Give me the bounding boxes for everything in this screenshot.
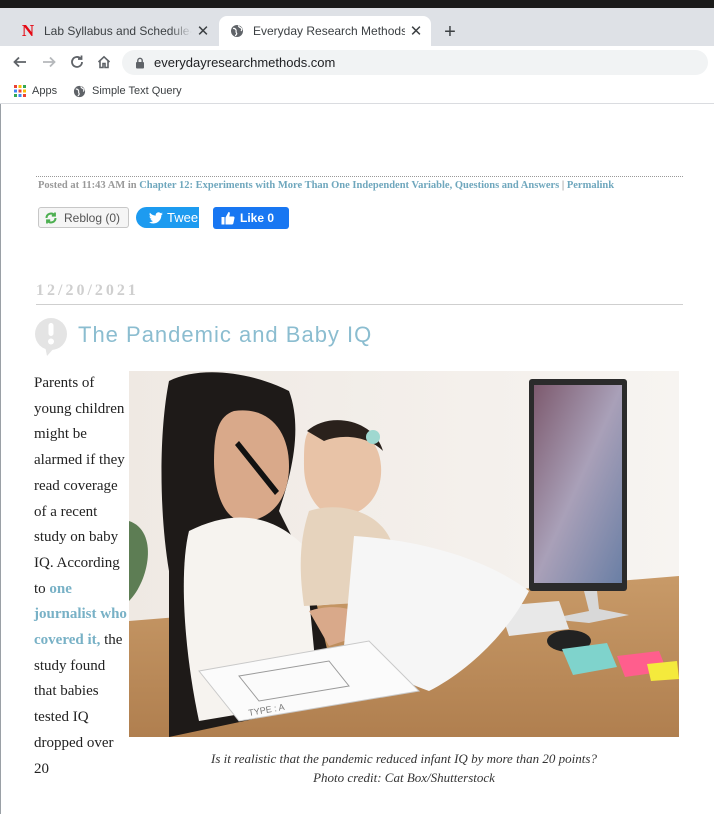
reload-button[interactable] (65, 50, 89, 74)
window-top-strip (0, 0, 714, 8)
back-button[interactable] (8, 50, 32, 74)
tweet-label: Twee (167, 210, 199, 225)
close-tab-icon[interactable]: ✕ (405, 22, 427, 40)
dotted-divider (36, 176, 683, 177)
thumbs-up-icon (221, 211, 235, 225)
posted-at-text: Posted at 11:43 AM in (38, 180, 140, 191)
navigation-bar: everydayresearchmethods.com (0, 46, 714, 78)
post-body-text: Parents of young children might be alarm… (34, 371, 130, 782)
bookmark-simple-text-query[interactable]: Simple Text Query (73, 82, 182, 100)
forward-arrow-icon (43, 56, 56, 68)
tab-everyday-research-methods[interactable]: Everyday Research Methods ✕ (219, 16, 431, 46)
close-tab-icon[interactable]: ✕ (192, 22, 214, 40)
permalink-link[interactable]: Permalink (567, 180, 614, 191)
category-link[interactable]: Chapter 12: Experiments with More Than O… (139, 180, 559, 191)
globe-icon (227, 24, 247, 38)
post-footer-meta: Posted at 11:43 AM in Chapter 12: Experi… (38, 180, 678, 192)
address-bar[interactable]: everydayresearchmethods.com (122, 50, 708, 75)
reblog-label: Reblog (0) (64, 210, 121, 225)
body-text-continued: the study found that babies tested IQ dr… (34, 632, 123, 777)
tab-title: Lab Syllabus and Schedule-2: RSM (44, 24, 192, 38)
reblog-arrows-icon (44, 211, 58, 225)
body-text-lead: Parents of young children might be alarm… (34, 375, 125, 597)
meta-separator: | (559, 180, 567, 191)
netflix-n-icon: N (21, 21, 35, 40)
bookmark-label: Simple Text Query (92, 85, 182, 97)
like-label: Like 0 (240, 211, 275, 225)
post-title: The Pandemic and Baby IQ (78, 322, 373, 347)
caption-line-1: Is it realistic that the pandemic reduce… (211, 751, 597, 766)
photo-caption: Is it realistic that the pandemic reduce… (129, 749, 679, 787)
tweet-button[interactable]: Twee (136, 207, 199, 228)
tab-title: Everyday Research Methods (253, 24, 405, 38)
apps-grid-icon (14, 85, 26, 97)
caption-line-2: Photo credit: Cat Box/Shutterstock (313, 770, 495, 785)
forward-button[interactable] (37, 50, 61, 74)
lock-icon (132, 57, 148, 69)
globe-icon (73, 85, 86, 98)
reblog-button[interactable]: Reblog (0) (38, 207, 129, 228)
bookmark-apps[interactable]: Apps (14, 82, 57, 100)
bookmarks-bar: Apps Simple Text Query (0, 78, 714, 104)
post-date: 12/20/2021 (36, 282, 139, 299)
twitter-bird-icon (149, 211, 163, 224)
tab-lab-syllabus[interactable]: N Lab Syllabus and Schedule-2: RSM ✕ (10, 16, 218, 46)
date-divider (36, 304, 683, 305)
home-button[interactable] (92, 50, 116, 74)
new-tab-button[interactable]: + (440, 21, 460, 44)
back-arrow-icon (13, 56, 26, 68)
url-text: everydayresearchmethods.com (154, 55, 336, 70)
facebook-like-button[interactable]: Like 0 (213, 207, 289, 229)
tab-bar: N Lab Syllabus and Schedule-2: RSM ✕ Eve… (0, 8, 714, 46)
home-icon (97, 55, 111, 69)
post-photo-mother-baby-desk: TYPE : A (129, 371, 679, 737)
viewport-left-border (0, 104, 1, 814)
exclamation-speech-bubble-icon (34, 318, 70, 363)
reload-icon (71, 55, 83, 68)
bookmark-label: Apps (32, 85, 58, 97)
